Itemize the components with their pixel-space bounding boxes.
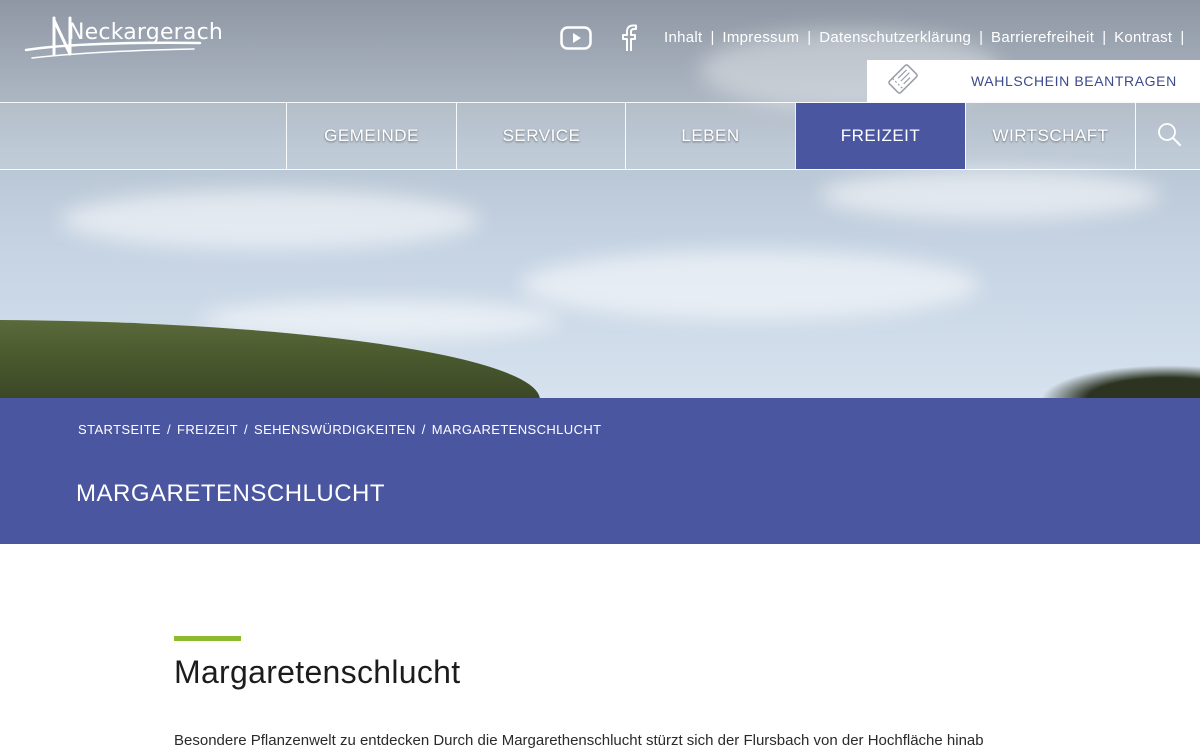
tree-foliage	[1040, 365, 1200, 400]
site-logo[interactable]: Neckargerach	[24, 14, 223, 64]
youtube-icon[interactable]	[560, 24, 592, 52]
breadcrumb-sehenswuerdigkeiten[interactable]: SEHENSWÜRDIGKEITEN	[254, 422, 416, 437]
top-link-kontrast[interactable]: Kontrast	[1114, 29, 1172, 46]
link-separator: |	[1102, 29, 1107, 46]
top-link-inhalt[interactable]: Inhalt	[664, 29, 703, 46]
breadcrumb-separator: /	[166, 422, 171, 437]
nav-item-wirtschaft[interactable]: WIRTSCHAFT	[965, 103, 1135, 169]
breadcrumb-freizeit[interactable]: FREIZEIT	[177, 422, 238, 437]
top-link-impressum[interactable]: Impressum	[722, 29, 799, 46]
search-button[interactable]	[1135, 103, 1200, 169]
top-link-barrierefreiheit[interactable]: Barrierefreiheit	[991, 29, 1094, 46]
logo-text: Neckargerach	[68, 20, 224, 45]
nav-item-service[interactable]: SERVICE	[456, 103, 626, 169]
nav-item-gemeinde[interactable]: GEMEINDE	[286, 103, 456, 169]
wahlschein-label: WAHLSCHEIN BEANTRAGEN	[971, 73, 1177, 89]
link-separator: |	[979, 29, 984, 46]
heading-accent-bar	[174, 636, 241, 641]
wahlschein-button[interactable]: WAHLSCHEIN BEANTRAGEN	[867, 60, 1200, 102]
breadcrumb-separator: /	[421, 422, 426, 437]
top-link-datenschutz[interactable]: Datenschutzerklärung	[819, 29, 971, 46]
facebook-icon[interactable]	[612, 24, 644, 52]
meta-navigation: Inhalt | Impressum | Datenschutzerklärun…	[664, 29, 1192, 46]
link-separator: |	[1180, 29, 1185, 46]
link-separator: |	[807, 29, 812, 46]
search-icon	[1156, 121, 1182, 152]
breadcrumb: STARTSEITE / FREIZEIT / SEHENSWÜRDIGKEIT…	[78, 422, 602, 437]
social-links	[560, 24, 644, 52]
link-separator: |	[710, 29, 715, 46]
nav-item-freizeit[interactable]: FREIZEIT	[795, 103, 965, 169]
breadcrumb-startseite[interactable]: STARTSEITE	[78, 422, 161, 437]
breadcrumb-separator: /	[243, 422, 248, 437]
breadcrumb-current: MARGARETENSCHLUCHT	[431, 422, 602, 437]
page-title-band: STARTSEITE / FREIZEIT / SEHENSWÜRDIGKEIT…	[0, 398, 1200, 544]
intro-paragraph: Besondere Pflanzenwelt zu entdecken Durc…	[174, 732, 984, 749]
nav-item-leben[interactable]: LEBEN	[625, 103, 795, 169]
ticket-icon	[885, 62, 921, 101]
main-navigation: GEMEINDE SERVICE LEBEN FREIZEIT WIRTSCHA…	[0, 102, 1200, 170]
content-heading: Margaretenschlucht	[174, 654, 461, 690]
page-title: MARGARETENSCHLUCHT	[76, 480, 386, 507]
